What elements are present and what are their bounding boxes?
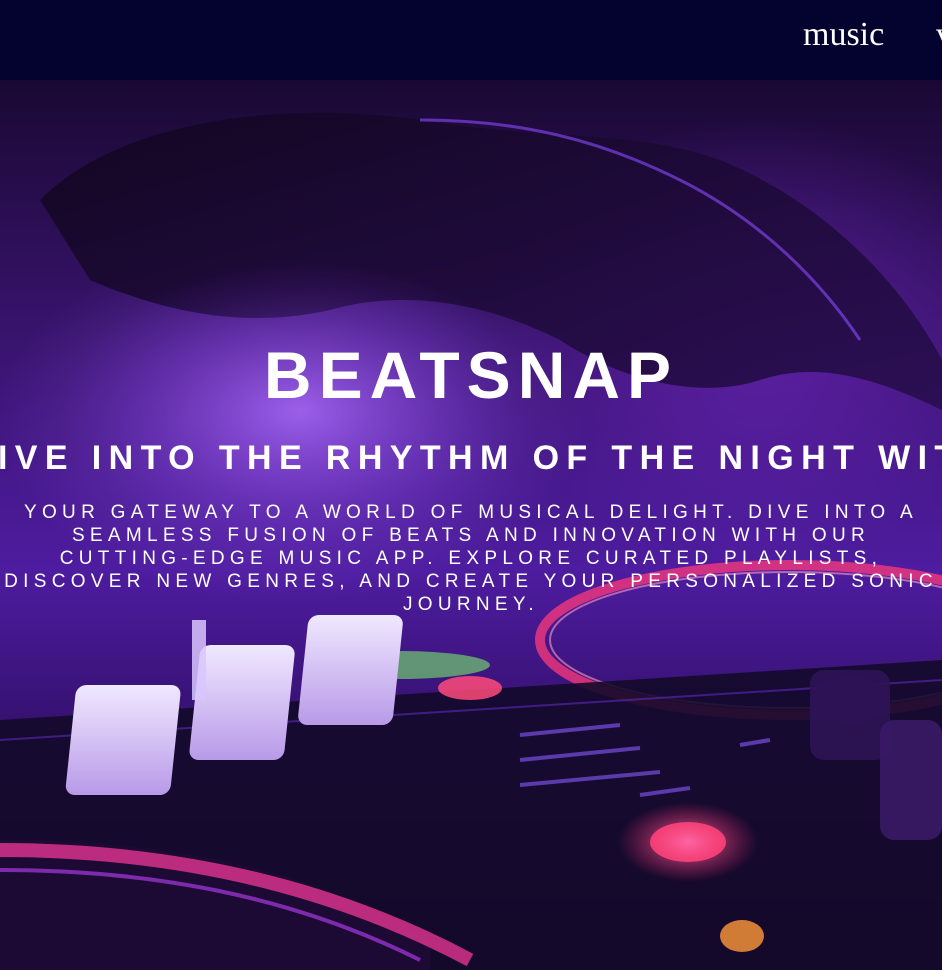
hero-description: YOUR GATEWAY TO A WORLD OF MUSICAL DELIG…	[4, 502, 938, 615]
nav-link-music[interactable]: music	[803, 16, 884, 54]
hero-subtitle: DIVE INTO THE RHYTHM OF THE NIGHT WITH	[0, 439, 942, 477]
nav-link-next[interactable]: v	[936, 16, 942, 54]
hero-section: BEATSNAP DIVE INTO THE RHYTHM OF THE NIG…	[0, 80, 942, 970]
top-navbar: music v	[0, 0, 942, 80]
hero-text-clip: BEATSNAP DIVE INTO THE RHYTHM OF THE NIG…	[0, 80, 942, 970]
hero-title: BEATSNAP	[263, 338, 679, 412]
